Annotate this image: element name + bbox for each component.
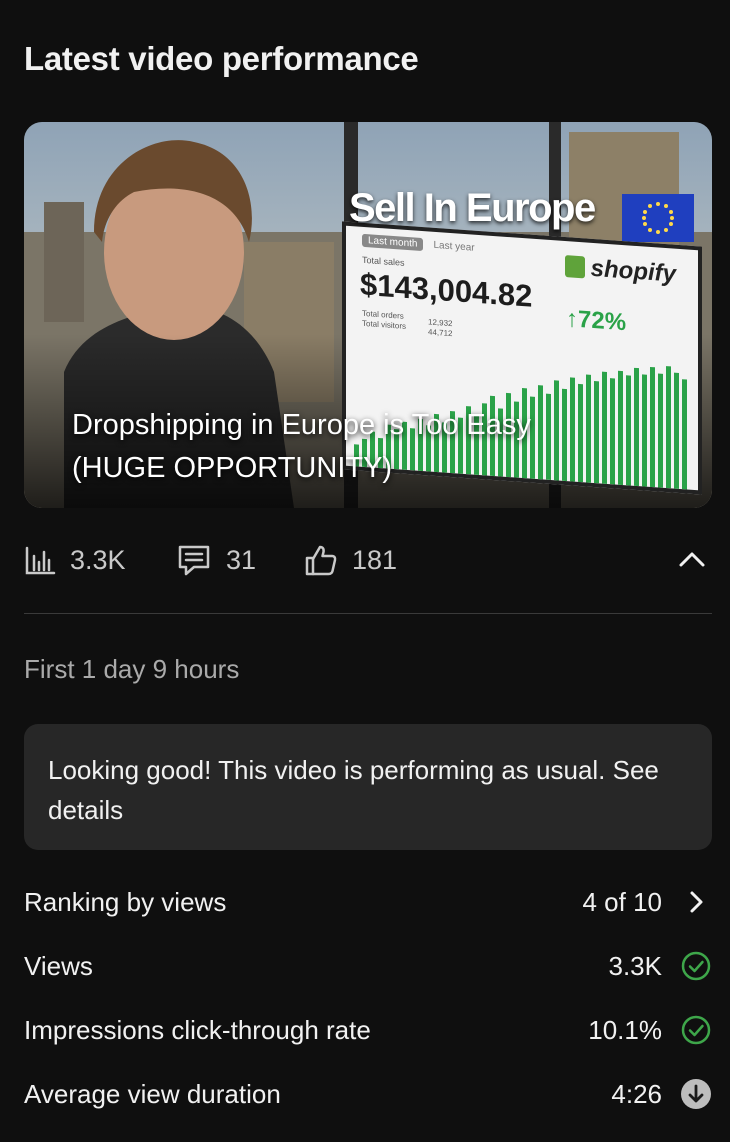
arrow-down-circle-icon: [680, 1078, 712, 1110]
screen-tab-other: Last year: [433, 239, 475, 254]
metric-value: 4:26: [611, 1078, 662, 1109]
views-stat: 3.3K: [24, 536, 126, 584]
video-title: Dropshipping in Europe is Too Easy (HUGE…: [72, 409, 531, 484]
shopify-wordmark: shopify: [590, 254, 676, 288]
likes-stat: 181: [304, 536, 397, 584]
growth-value: ↑72%: [566, 305, 627, 337]
metric-label: Ranking by views: [24, 886, 227, 917]
thumbnail-headline: Sell In Europe: [349, 186, 596, 230]
bar-chart-icon: [25, 546, 56, 575]
shopify-logo: shopify: [564, 253, 676, 289]
metric-label: Average view duration: [24, 1078, 281, 1109]
metric-value: 10.1%: [588, 1014, 662, 1045]
sales-value: $143,004.82: [360, 266, 533, 314]
metric-row-ranking[interactable]: Ranking by views 4 of 10: [24, 877, 712, 927]
metric-label: Views: [24, 950, 93, 981]
check-circle-icon: [680, 1014, 712, 1046]
comments-stat: 31: [176, 536, 256, 584]
metric-row-avg-duration: Average view duration 4:26: [24, 1069, 712, 1119]
check-circle-icon: [680, 950, 712, 982]
metric-row-ctr: Impressions click-through rate 10.1%: [24, 1005, 712, 1055]
divider: [24, 613, 712, 614]
notice-text: Looking good! This video is performing a…: [48, 755, 659, 825]
comments-count: 31: [226, 544, 257, 575]
collapse-button[interactable]: [674, 542, 710, 578]
comment-icon: [178, 545, 210, 576]
views-count: 3.3K: [70, 544, 126, 575]
video-thumbnail[interactable]: Last month Last year shopify Total sales …: [24, 122, 712, 508]
chevron-up-icon: [679, 552, 705, 567]
metric-value: 3.3K: [608, 950, 663, 981]
period-label: First 1 day 9 hours: [24, 654, 240, 684]
shopify-bag-icon: [564, 254, 585, 279]
likes-count: 181: [352, 544, 398, 575]
eu-flag-icon: [622, 194, 694, 242]
thumbs-up-icon: [305, 545, 337, 576]
screen-tab-active: Last month: [362, 233, 424, 252]
video-stats-bar: 3.3K 31 181: [24, 536, 712, 584]
sales-label: Total sales: [362, 254, 405, 268]
chevron-right-icon: [680, 886, 712, 918]
card-title: Latest video performance: [24, 40, 419, 77]
performance-notice[interactable]: Looking good! This video is performing a…: [24, 724, 712, 850]
metric-label: Impressions click-through rate: [24, 1014, 371, 1045]
metric-value: 4 of 10: [582, 886, 662, 917]
metric-row-views: Views 3.3K: [24, 941, 712, 991]
